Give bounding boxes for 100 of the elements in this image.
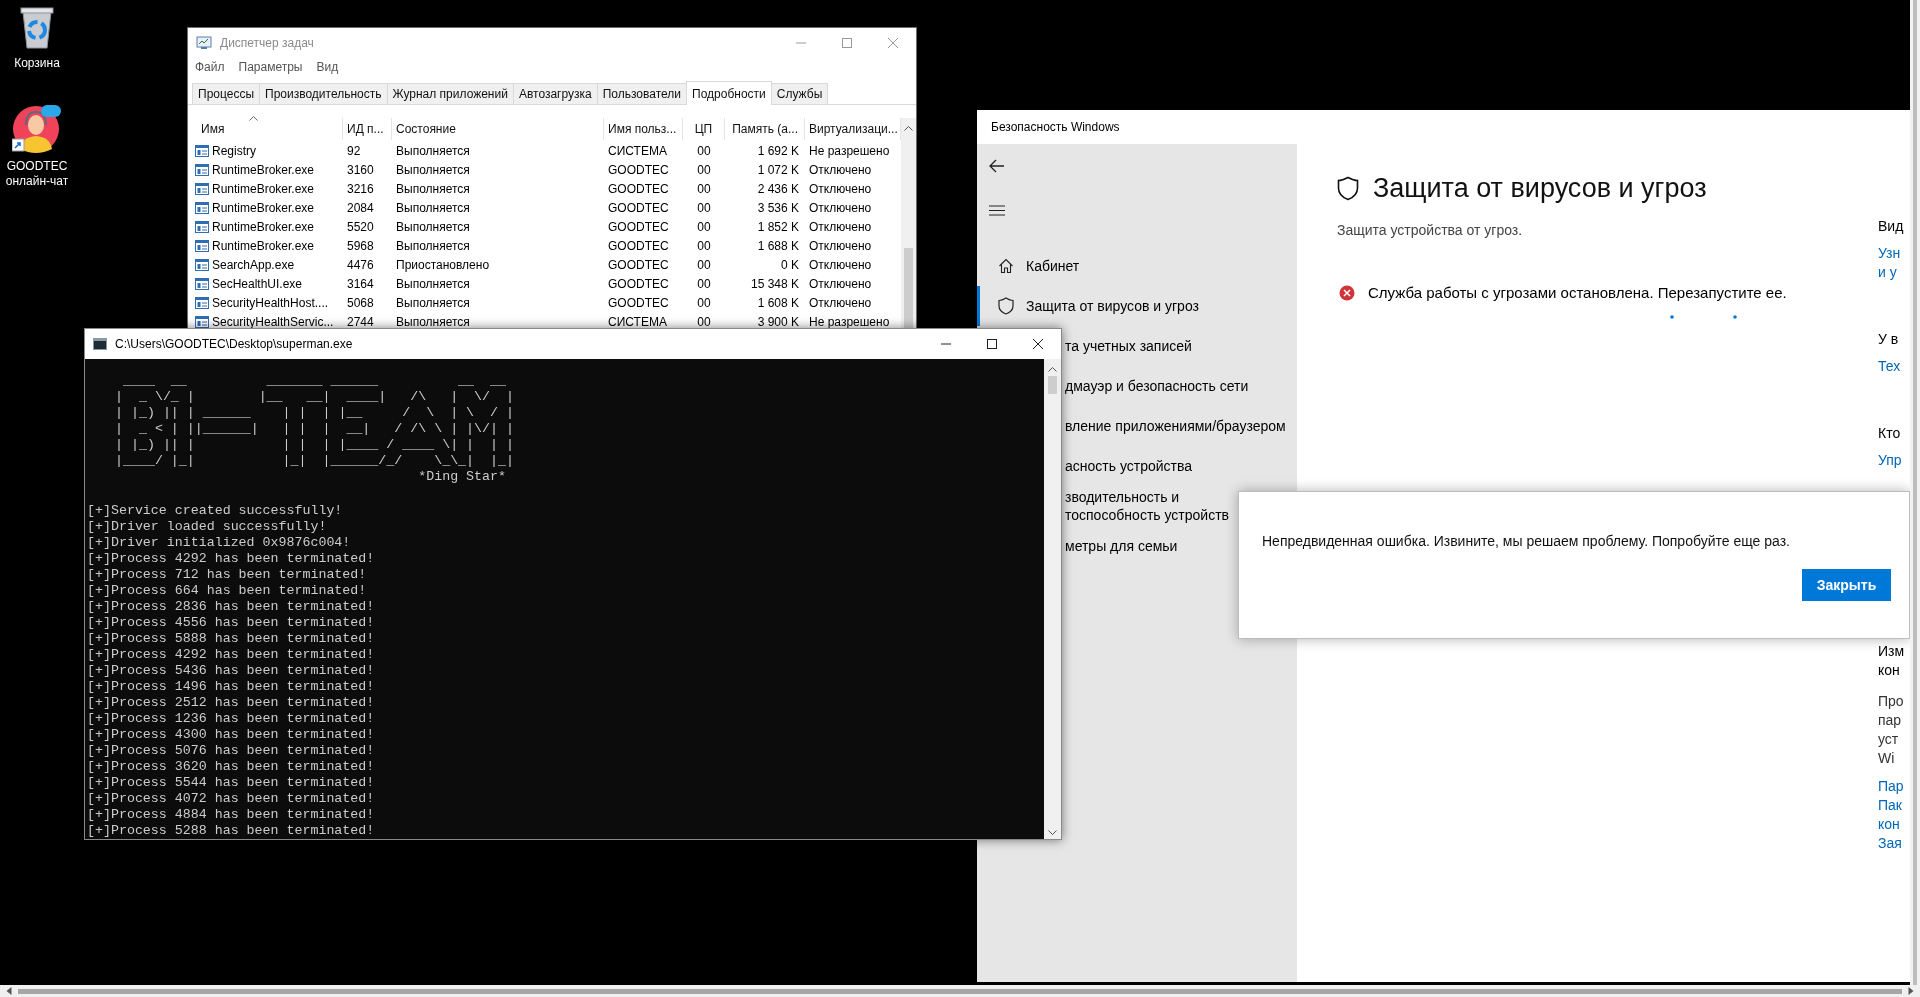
- icon-label[interactable]: Корзина: [2, 56, 72, 71]
- table-cell-text: 1 688 K: [756, 238, 800, 253]
- table-cell-text: Отключено: [808, 200, 873, 215]
- link[interactable]: Пар: [1878, 777, 1910, 796]
- console-line: [+]Process 5888 has been terminated!: [87, 631, 376, 647]
- table-cell-text: 00: [696, 295, 712, 310]
- body-text: уст: [1878, 730, 1900, 749]
- tab[interactable]: Службы: [770, 83, 829, 104]
- tab[interactable]: Пользователи: [596, 83, 688, 104]
- table-cell-text: 1 608 K: [756, 295, 800, 310]
- menu-item[interactable]: Параметры: [238, 60, 303, 80]
- table-cell-text: Выполняется: [395, 238, 471, 253]
- error-icon: [1339, 284, 1355, 301]
- table-cell-text: 3164: [346, 276, 375, 291]
- console-line: [+]Process 1236 has been terminated!: [87, 711, 376, 727]
- sort-caret-icon: [249, 116, 258, 121]
- console-line: [+]Process 5288 has been terminated!: [87, 823, 376, 839]
- nav-item[interactable]: дмауэр и безопасность сети: [1062, 366, 1297, 406]
- table-cell-text: GOODTEC: [607, 181, 670, 196]
- scrollbar[interactable]: [901, 118, 916, 328]
- process-icon: [195, 258, 209, 271]
- window-title: Диспетчер задач: [220, 36, 314, 50]
- section-heading: Кто: [1878, 424, 1902, 443]
- table-cell-text: 3 900 K: [756, 314, 800, 329]
- console-line: [+]Process 664 has been terminated!: [87, 583, 368, 599]
- shield-icon: [1337, 175, 1359, 201]
- process-name: RuntimeBroker.exe: [212, 200, 315, 215]
- column-header[interactable]: Память (а...: [725, 118, 805, 140]
- table-cell-text: Выполняется: [395, 181, 471, 196]
- scroll-right-arrow-icon: [1908, 987, 1914, 995]
- link[interactable]: Зая: [1878, 834, 1910, 853]
- link[interactable]: Узн: [1878, 244, 1910, 263]
- tab[interactable]: Подробности: [686, 81, 772, 105]
- table-cell-text: Не разрешено: [808, 143, 891, 158]
- process-name: SecurityHealthServic...: [212, 314, 334, 329]
- process-name: SecHealthUI.exe: [212, 276, 303, 291]
- back-arrow-icon: [989, 159, 1005, 173]
- link[interactable]: и у: [1878, 263, 1910, 282]
- menu-item[interactable]: Файл: [195, 60, 225, 80]
- link[interactable]: Упр: [1878, 451, 1910, 470]
- chat-avatar-icon: [12, 103, 62, 153]
- column-header[interactable]: Состояние: [392, 118, 604, 140]
- body-text: Про: [1878, 692, 1905, 711]
- scrollbar[interactable]: [1044, 359, 1061, 839]
- console-line: [+]Process 4300 has been terminated!: [87, 727, 376, 743]
- nav-item[interactable]: Кабинет: [977, 246, 1297, 286]
- tab[interactable]: Процессы: [192, 83, 260, 104]
- table-cell-text: 00: [696, 257, 712, 272]
- table-cell-text: GOODTEC: [607, 276, 670, 291]
- icon-label[interactable]: GOODTEC онлайн-чат: [2, 159, 72, 189]
- menu-item[interactable]: Вид: [316, 60, 339, 80]
- column-header[interactable]: Имя польз...: [604, 118, 683, 140]
- close-icon: [1033, 339, 1043, 349]
- scrollbar-thumb[interactable]: [1048, 376, 1057, 394]
- scrollbar-thumb[interactable]: [904, 248, 913, 328]
- process-icon: [195, 201, 209, 214]
- shield-icon: [998, 297, 1014, 315]
- console-line: [+]Process 2836 has been terminated!: [87, 599, 376, 615]
- nav-item[interactable]: асность устройства: [1062, 446, 1297, 486]
- table-cell-text: GOODTEC: [607, 238, 670, 253]
- table-cell-text: 00: [696, 219, 712, 234]
- tab[interactable]: Журнал приложений: [386, 83, 514, 104]
- process-icon: [195, 239, 209, 252]
- link[interactable]: Пак: [1878, 796, 1910, 815]
- maximize-icon: [842, 38, 852, 48]
- table-cell-text: 0 K: [780, 257, 800, 272]
- nav-item[interactable]: та учетных записей: [1062, 326, 1297, 366]
- table-cell-text: Отключено: [808, 219, 873, 234]
- table-cell-text: GOODTEC: [607, 162, 670, 177]
- table-cell-text: Не разрешено: [808, 314, 891, 329]
- process-name: RuntimeBroker.exe: [212, 238, 315, 253]
- column-header[interactable]: ИД п...: [343, 118, 392, 140]
- column-header[interactable]: Имя: [193, 118, 343, 140]
- tab[interactable]: Производительность: [259, 83, 388, 104]
- table-cell-text: 92: [346, 143, 362, 158]
- console-line: [+]Process 5076 has been terminated!: [87, 743, 376, 759]
- process-name: SecurityHealthHost....: [212, 295, 329, 310]
- window-title: C:\Users\GOODTEC\Desktop\superman.exe: [115, 337, 353, 351]
- table-cell-text: Отключено: [808, 295, 873, 310]
- table-cell-text: 1 852 K: [756, 219, 800, 234]
- tab[interactable]: Автозагрузка: [512, 83, 598, 104]
- scrollbar[interactable]: [0, 985, 1920, 997]
- close-button[interactable]: Закрыть: [1802, 569, 1891, 601]
- table-cell-text: 00: [696, 162, 712, 177]
- console-line: [+]Process 4884 has been terminated!: [87, 807, 376, 823]
- console-line: [+]Process 2512 has been terminated!: [87, 695, 376, 711]
- link[interactable]: кон: [1878, 815, 1910, 834]
- table-cell-text: 00: [696, 181, 712, 196]
- console-line: [+]Process 712 has been terminated!: [87, 567, 368, 583]
- table-cell-text: Отключено: [808, 276, 873, 291]
- table-cell-text: 15 348 K: [749, 276, 800, 291]
- console-line: [+]Process 5544 has been terminated!: [87, 775, 376, 791]
- link[interactable]: Тех: [1878, 357, 1910, 376]
- dialog-message: Непредвиденная ошибка. Извините, мы решаем проблему. Попробуйте еще раз.: [1262, 533, 1791, 549]
- nav-item[interactable]: вление приложениями/браузером: [1062, 406, 1297, 446]
- column-header[interactable]: ЦП: [683, 118, 725, 140]
- scrollbar-thumb[interactable]: [18, 988, 1902, 994]
- console-line: [+]Process 4556 has been terminated!: [87, 615, 376, 631]
- table-cell-text: Отключено: [808, 257, 873, 272]
- page-heading: Защита от вирусов и угроз: [1373, 172, 1707, 204]
